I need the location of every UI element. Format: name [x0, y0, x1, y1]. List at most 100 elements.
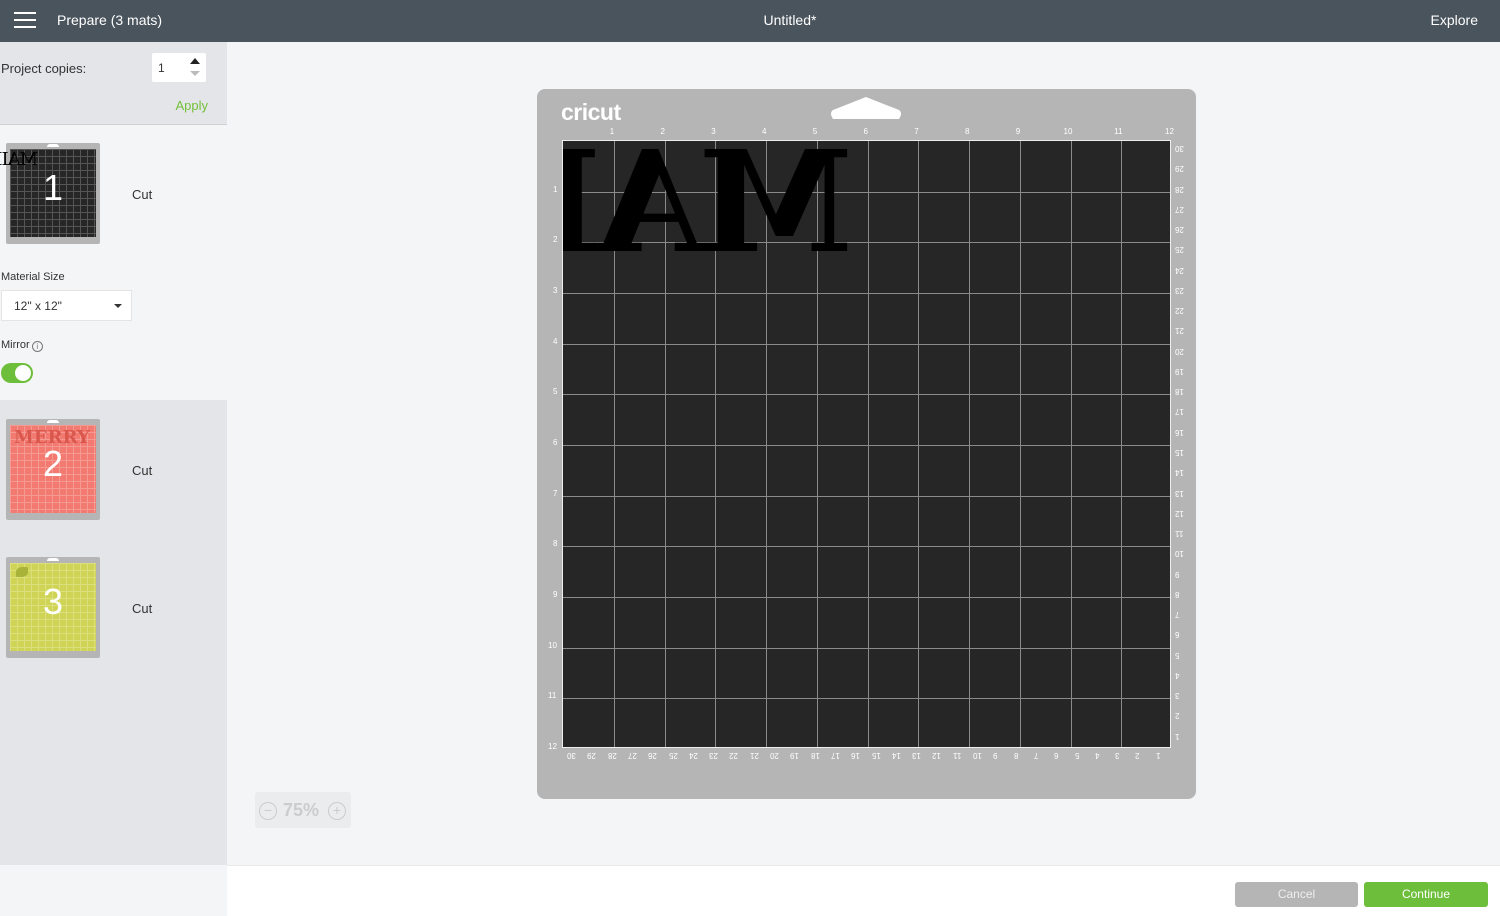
ruler-tick-label-cm: 23	[1175, 285, 1184, 295]
sidebar: Project copies: 1 Apply MAIL 1 Cut Mater…	[0, 42, 227, 916]
project-copies-label: Project copies:	[1, 61, 87, 76]
ruler-tick-label: 9	[553, 590, 558, 599]
apply-button[interactable]: Apply	[175, 98, 208, 113]
ruler-tick-label-cm: 8	[1013, 751, 1019, 760]
mat-thumbnail-1[interactable]: MAIL 1	[0, 143, 100, 244]
ruler-tick-label-cm: 20	[1175, 346, 1184, 356]
decrement-arrow-icon[interactable]	[190, 71, 200, 76]
ruler-tick-label-cm: 6	[1054, 751, 1059, 760]
ruler-tick-label: 1	[553, 184, 558, 194]
ruler-tick-label-cm: 3	[1115, 751, 1120, 760]
ruler-tick-label-cm: 27	[1175, 204, 1184, 214]
increment-arrow-icon[interactable]	[190, 58, 200, 64]
ruler-tick-label-cm: 5	[1175, 650, 1180, 660]
cutting-mat: cricut 1 2 3 4 5 6 7 8 9 10 11 12 1 2 3 4 5 6 7 8 9 10 11 12 3…	[537, 89, 1196, 799]
info-icon[interactable]: i	[31, 341, 43, 352]
ruler-tick-label: 3	[711, 127, 716, 136]
ruler-tick-label-cm: 13	[1175, 488, 1184, 498]
ruler-tick-label-cm: 24	[1175, 265, 1184, 275]
ruler-tick-label-cm: 7	[1175, 610, 1180, 620]
grid-line-vertical	[969, 141, 970, 747]
grid-line-vertical	[1070, 141, 1072, 747]
ruler-tick-label-cm: 25	[668, 751, 678, 760]
ruler-tick-label: 8	[553, 539, 558, 549]
ruler-tick-label-cm: 14	[1175, 468, 1184, 478]
top-bar: Prepare (3 mats) Untitled* Explore	[0, 0, 1500, 42]
grid-line-horizontal	[563, 597, 1170, 598]
ruler-tick-label-cm: 15	[1175, 448, 1184, 457]
ruler-tick-label-cm: 10	[1175, 549, 1184, 559]
zoom-out-icon[interactable]: −	[259, 802, 277, 820]
ruler-tick-label-cm: 21	[1175, 326, 1184, 336]
ruler-tick-label-cm: 11	[952, 751, 961, 760]
mat-handle-icon	[47, 420, 59, 423]
grid-line-vertical	[1019, 141, 1021, 747]
ruler-tick-label-cm: 11	[1175, 529, 1184, 539]
cricut-logo: cricut	[561, 99, 621, 125]
ruler-tick-label-cm: 17	[1175, 407, 1184, 417]
ruler-tick-label: 10	[548, 640, 557, 650]
chevron-down-icon	[114, 304, 122, 308]
ruler-tick-label: 12	[1165, 127, 1174, 136]
zoom-control: − 75% +	[255, 792, 351, 828]
project-copies-stepper[interactable]: 1	[152, 53, 206, 82]
mat-thumbnail-3[interactable]: 3	[6, 557, 100, 658]
ruler-tick-label: 3	[553, 286, 558, 295]
ruler-tick-label-cm: 27	[627, 751, 637, 760]
ruler-tick-label-cm: 12	[932, 751, 942, 760]
ruler-tick-label-cm: 23	[709, 751, 718, 760]
grid-line-horizontal	[563, 343, 1170, 345]
grid-line-horizontal	[563, 394, 1170, 396]
ruler-tick-label-cm: 22	[729, 751, 739, 760]
ruler-tick-label: 7	[553, 488, 558, 498]
ruler-tick-label-cm: 26	[1175, 225, 1184, 235]
ruler-tick-label-cm: 20	[770, 751, 779, 760]
ruler-tick-label-cm: 7	[1033, 751, 1039, 760]
ruler-tick-label: 4	[762, 127, 767, 136]
ruler-tick-label-cm: 24	[688, 751, 698, 760]
zoom-in-icon[interactable]: +	[328, 802, 346, 820]
ruler-tick-label-cm: 25	[1175, 245, 1184, 255]
mat-handle-icon	[47, 558, 59, 561]
ruler-tick-label-cm: 22	[1175, 306, 1184, 316]
grid-line-horizontal	[563, 546, 1170, 548]
ruler-tick-label-cm: 26	[648, 751, 658, 760]
mat-number: 2	[42, 443, 64, 484]
ruler-tick-label-cm: 16	[1175, 427, 1184, 437]
ruler-tick-label: 6	[863, 127, 868, 136]
ruler-tick-label-cm: 4	[1094, 751, 1100, 760]
ruler-tick-label-cm: 12	[1175, 508, 1184, 518]
project-copies-panel: Project copies: 1 Apply	[0, 42, 227, 125]
mirror-toggle[interactable]	[1, 363, 33, 383]
ruler-tick-label: 5	[812, 127, 818, 136]
toggle-knob	[15, 365, 31, 381]
ruler-tick-label: 10	[1063, 127, 1073, 136]
mat-action-label: Cut	[132, 601, 153, 616]
ruler-tick-label-cm: 21	[749, 751, 759, 760]
ruler-tick-label-cm: 5	[1074, 751, 1079, 760]
grid-line-horizontal	[563, 495, 1170, 497]
ruler-tick-label-cm: 16	[851, 751, 861, 760]
project-copies-value[interactable]: 1	[158, 61, 165, 75]
leaf-design-icon	[16, 567, 28, 577]
cancel-button[interactable]: Cancel	[1235, 882, 1358, 907]
grid-line-vertical	[918, 141, 920, 747]
mat-handle-icon	[47, 144, 59, 147]
grid-line-vertical	[1121, 141, 1123, 747]
material-size-select[interactable]: 12" x 12"	[1, 290, 132, 321]
mirror-label: Mirror i	[1, 339, 43, 352]
grid-line-horizontal	[563, 293, 1170, 294]
explore-link[interactable]: Explore	[1431, 12, 1478, 28]
mat-grid[interactable]: MAIL	[562, 140, 1171, 748]
ruler-tick-label-cm: 6	[1175, 630, 1180, 640]
ruler-tick-label: 5	[553, 387, 558, 397]
ruler-tick-label: 2	[553, 235, 558, 245]
grid-line-horizontal	[563, 698, 1170, 700]
continue-button[interactable]: Continue	[1364, 882, 1488, 907]
ruler-tick-label: 11	[1114, 127, 1123, 136]
ruler-tick-label-cm: 4	[1175, 670, 1180, 680]
design-text[interactable]: MAIL	[563, 141, 853, 285]
ruler-tick-label: 9	[1015, 127, 1021, 136]
mat-number: 1	[42, 167, 64, 208]
mat-thumbnail-2[interactable]: MERRY 2	[6, 419, 100, 520]
